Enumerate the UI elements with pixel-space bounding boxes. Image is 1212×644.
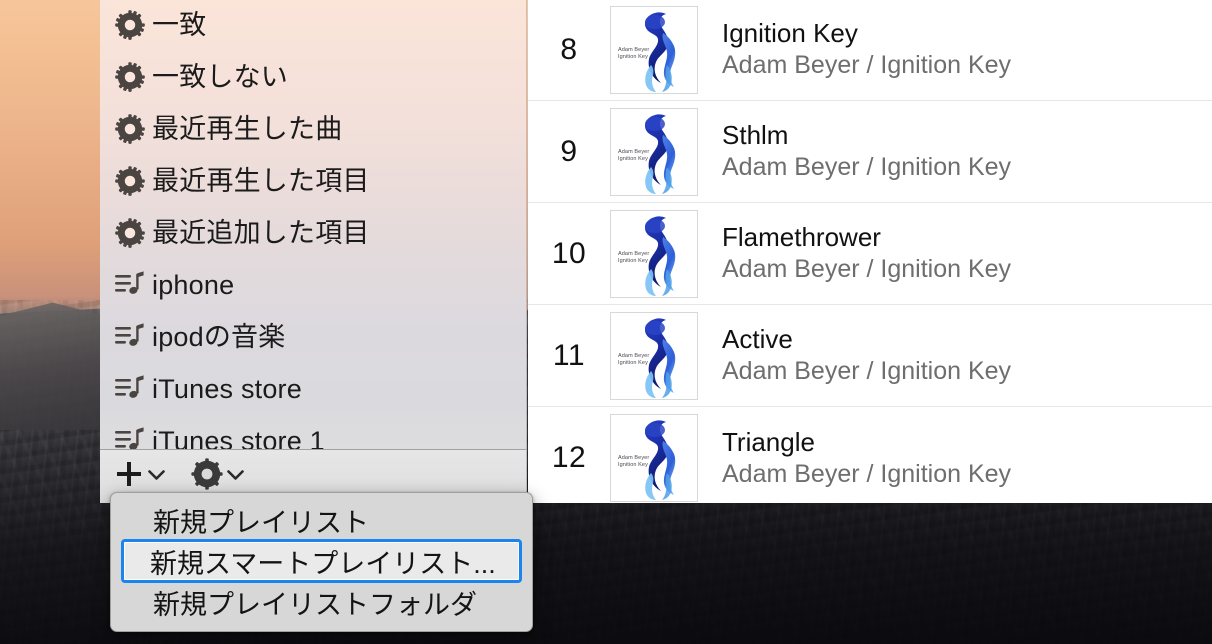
album-artwork: Adam Beyer Ignition Key: [610, 209, 698, 298]
menu-item-1[interactable]: 新規プレイリスト: [121, 501, 522, 539]
track-title: Active: [722, 324, 793, 355]
sidebar-item-4[interactable]: 最近再生した項目: [100, 155, 526, 207]
track-title: Triangle: [722, 426, 815, 457]
new-playlist-popup-menu[interactable]: 新規プレイリスト 新規スマートプレイリスト... 新規プレイリストフォルダ: [110, 492, 533, 632]
sidebar-item-3[interactable]: 最近再生した曲: [100, 103, 526, 155]
album-artwork: Adam Beyer Ignition Key: [610, 5, 698, 94]
plus-icon: [114, 459, 144, 494]
playlist-actions-button[interactable]: [191, 457, 244, 497]
sidebar-item-label: 最近再生した項目: [152, 165, 370, 196]
track-title: Ignition Key: [722, 18, 858, 49]
album-art-caption: Adam Beyer Ignition Key: [618, 455, 650, 469]
sidebar-item-label: ipodの音楽: [152, 321, 286, 352]
gear-icon: [191, 458, 223, 495]
album-artwork: Adam Beyer Ignition Key: [610, 311, 698, 400]
track-meta: Active Adam Beyer / Ignition Key: [698, 324, 1011, 386]
gear-icon: [108, 10, 152, 40]
album-art-caption: Adam Beyer Ignition Key: [618, 352, 650, 366]
gear-icon: [108, 62, 152, 92]
sidebar-item-2[interactable]: 一致しない: [100, 51, 526, 103]
sidebar: 一致一致しない最近再生した曲 最近再生した項目 最近追加した項目 iphone ipod…: [100, 0, 527, 503]
screen: 一致一致しない最近再生した曲 最近再生した項目 最近追加した項目 iphone ipod…: [0, 0, 1212, 644]
album-artwork: Adam Beyer Ignition Key: [610, 107, 698, 196]
album-art-caption: Adam Beyer Ignition Key: [618, 46, 650, 60]
track-number: 12: [551, 441, 587, 474]
sidebar-playlist-list[interactable]: 一致一致しない最近再生した曲 最近再生した項目 最近追加した項目 iphone ipod…: [100, 0, 526, 449]
itunes-window: 一致一致しない最近再生した曲 最近再生した項目 最近追加した項目 iphone ipod…: [100, 0, 1212, 503]
track-number: 10: [551, 236, 587, 270]
sidebar-item-7[interactable]: ipodの音楽: [100, 311, 526, 363]
track-row[interactable]: 11 Adam Beyer Ignition Key Active Adam Beyer…: [528, 305, 1212, 407]
track-list[interactable]: 8 Adam Beyer Ignition Key Ignition Key Adam …: [528, 0, 1212, 503]
sidebar-item-label: 一致: [152, 9, 207, 40]
playlist-note-icon: [108, 427, 152, 449]
track-artist-album: Adam Beyer / Ignition Key: [722, 153, 1012, 182]
track-meta: Ignition Key Adam Beyer / Ignition Key: [698, 18, 1011, 80]
track-artist-album: Adam Beyer / Ignition Key: [722, 459, 1012, 488]
sidebar-item-label: iphone: [152, 269, 235, 300]
sidebar-item-8[interactable]: iTunes store: [100, 363, 526, 415]
sidebar-item-label: 一致しない: [152, 61, 288, 92]
track-meta: Sthlm Adam Beyer / Ignition Key: [698, 120, 1011, 182]
sidebar-item-label: iTunes store 1: [152, 425, 325, 449]
chevron-down-icon: [227, 468, 244, 486]
sidebar-item-label: iTunes store: [152, 373, 302, 404]
album-art-caption: Adam Beyer Ignition Key: [618, 250, 650, 264]
track-title: Sthlm: [722, 120, 789, 151]
track-number: 11: [552, 338, 586, 372]
track-number: 9: [560, 134, 578, 168]
sidebar-item-label: 最近追加した項目: [152, 217, 370, 248]
sidebar-item-5[interactable]: 最近追加した項目: [100, 207, 526, 259]
menu-item-2[interactable]: 新規スマートプレイリスト...: [121, 539, 522, 583]
track-artist-album: Adam Beyer / Ignition Key: [722, 51, 1012, 80]
album-art-caption: Adam Beyer Ignition Key: [618, 148, 650, 162]
track-row[interactable]: 12 Adam Beyer Ignition Key Triangle Adam Bey…: [528, 407, 1212, 503]
sidebar-item-label: 最近再生した曲: [152, 113, 343, 144]
add-playlist-button[interactable]: [114, 457, 165, 497]
playlist-note-icon: [108, 271, 152, 299]
track-meta: Triangle Adam Beyer / Ignition Key: [698, 427, 1011, 489]
sidebar-item-1[interactable]: 一致: [100, 0, 526, 51]
track-row[interactable]: 8 Adam Beyer Ignition Key Ignition Key Adam …: [528, 0, 1212, 101]
track-number: 8: [560, 32, 578, 66]
track-artist-album: Adam Beyer / Ignition Key: [722, 255, 1012, 284]
track-artist-album: Adam Beyer / Ignition Key: [722, 357, 1012, 386]
track-meta: Flamethrower Adam Beyer / Ignition Key: [698, 222, 1011, 284]
track-row[interactable]: 10 Adam Beyer Ignition Key Flamethrower Adam…: [528, 203, 1212, 305]
sidebar-item-9[interactable]: iTunes store 1: [100, 415, 526, 449]
gear-icon: [108, 166, 152, 196]
track-row[interactable]: 9 Adam Beyer Ignition Key Sthlm Adam Beyer /…: [528, 101, 1212, 203]
gear-icon: [108, 114, 152, 144]
chevron-down-icon: [148, 468, 165, 486]
album-artwork: Adam Beyer Ignition Key: [610, 414, 698, 502]
playlist-note-icon: [108, 375, 152, 403]
playlist-note-icon: [108, 323, 152, 351]
gear-icon: [108, 218, 152, 248]
menu-item-3[interactable]: 新規プレイリストフォルダ: [121, 583, 522, 621]
track-title: Flamethrower: [722, 222, 881, 253]
sidebar-item-6[interactable]: iphone: [100, 259, 526, 311]
